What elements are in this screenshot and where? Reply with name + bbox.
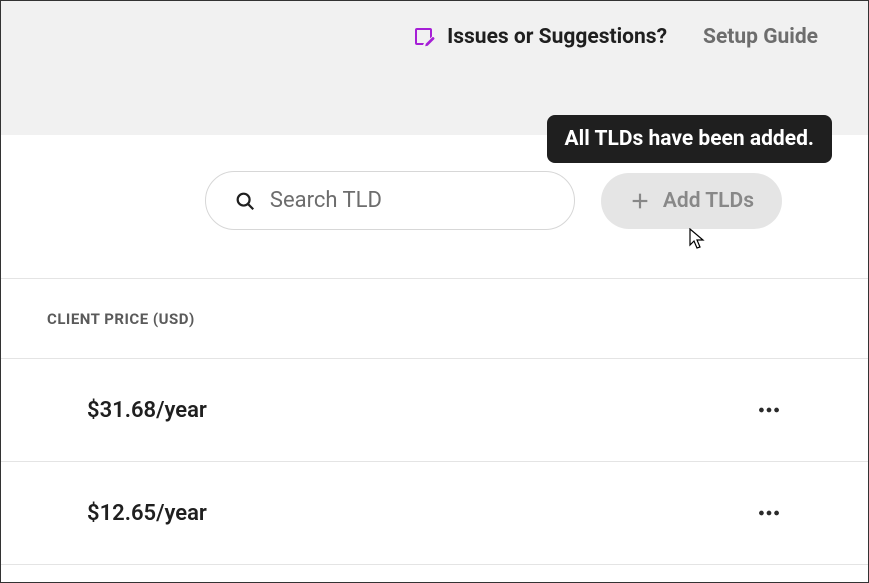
note-edit-icon	[413, 25, 437, 49]
tooltip-all-tlds: All TLDs have been added.	[547, 115, 832, 163]
table-area: CLIENT PRICE (USD) $31.68/year $12.65/ye…	[1, 278, 868, 565]
plus-icon	[629, 190, 651, 212]
price-value: $12.65/year	[87, 501, 207, 526]
row-more-button[interactable]	[756, 397, 782, 423]
more-horizontal-icon	[756, 500, 782, 526]
table-row: $12.65/year	[1, 462, 868, 565]
add-tlds-label: Add TLDs	[663, 189, 754, 213]
search-icon	[234, 190, 256, 212]
column-header-client-price: CLIENT PRICE (USD)	[47, 310, 195, 328]
table-header: CLIENT PRICE (USD)	[1, 279, 868, 359]
price-value: $31.68/year	[87, 398, 207, 423]
search-input[interactable]	[270, 188, 546, 213]
more-horizontal-icon	[756, 397, 782, 423]
table-row: $31.68/year	[1, 359, 868, 462]
setup-guide-link[interactable]: Setup Guide	[703, 25, 818, 49]
issues-label: Issues or Suggestions?	[447, 25, 667, 49]
tooltip-text: All TLDs have been added.	[565, 127, 814, 151]
row-more-button[interactable]	[756, 500, 782, 526]
issues-suggestions-link[interactable]: Issues or Suggestions?	[413, 25, 667, 49]
add-tlds-button[interactable]: Add TLDs	[601, 173, 782, 229]
search-wrap[interactable]	[205, 171, 575, 230]
